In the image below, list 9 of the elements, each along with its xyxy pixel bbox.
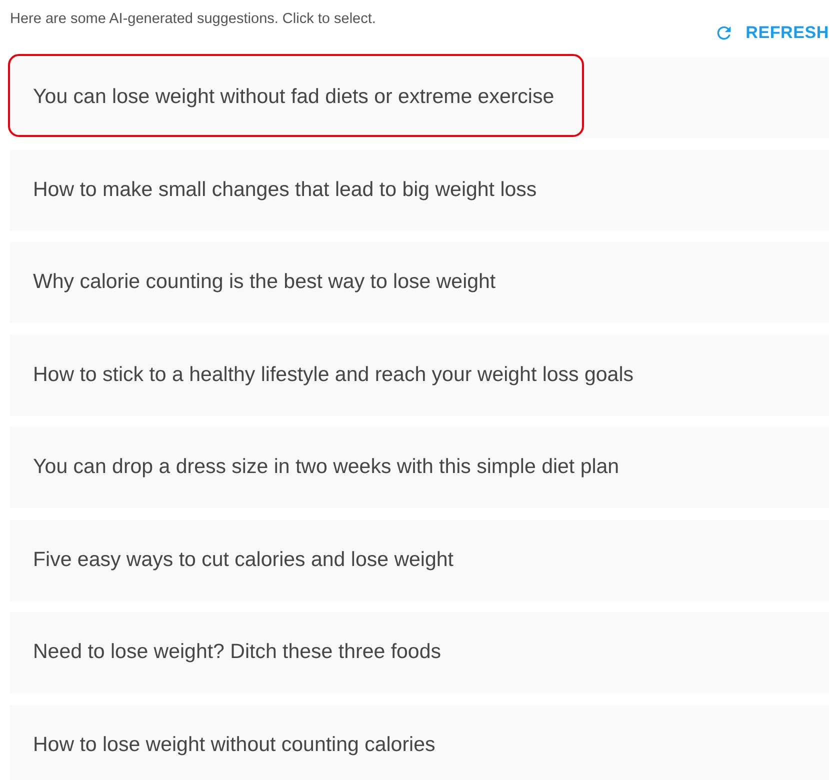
suggestion-item[interactable]: How to stick to a healthy lifestyle and reach your weight loss goals (10, 334, 829, 416)
suggestion-item[interactable]: You can lose weight without fad diets or extreme exercise (10, 57, 829, 138)
hint-text: Here are some AI-generated suggestions. Click to select. (10, 10, 376, 29)
suggestion-item[interactable]: Five easy ways to cut calories and lose weight (10, 520, 829, 600)
suggestion-item[interactable]: Why calorie counting is the best way to lose weight (10, 242, 829, 323)
suggestion-item[interactable]: You can drop a dress size in two weeks with this simple diet plan (10, 427, 829, 508)
suggestion-item[interactable]: How to lose weight without counting calories (10, 704, 829, 780)
suggestion-item[interactable]: Need to lose weight? Ditch these three foods (10, 612, 829, 693)
suggestion-item[interactable]: How to make small changes that lead to big weight loss (10, 150, 829, 230)
